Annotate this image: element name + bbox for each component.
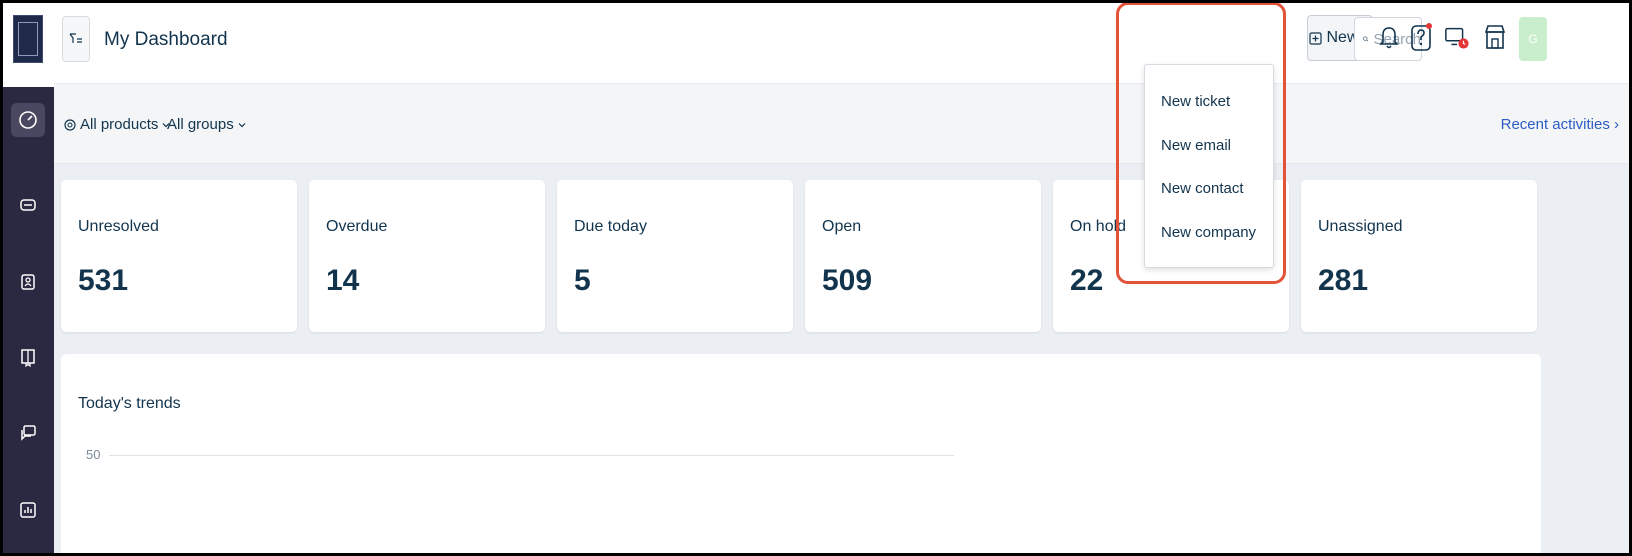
groups-filter-label: All groups [167, 116, 234, 133]
store-icon [1484, 25, 1506, 49]
stat-card-open[interactable]: Open 509 [805, 180, 1041, 332]
stat-card-overdue[interactable]: Overdue 14 [309, 180, 545, 332]
todays-trends-panel: Today's trends 50 [61, 354, 1541, 553]
products-filter[interactable]: All products [64, 116, 170, 133]
agent-status-button[interactable] [1444, 21, 1470, 53]
products-filter-label: All products [80, 116, 159, 133]
stat-label: Open [822, 218, 862, 235]
sidebar-toggle-button[interactable] [62, 16, 90, 62]
sidebar-item-tickets[interactable] [11, 188, 45, 222]
stat-label: Overdue [326, 218, 388, 235]
stat-value: 531 [78, 264, 129, 297]
menu-item-new-contact[interactable]: New contact [1161, 180, 1244, 197]
sidebar-item-dashboard[interactable] [11, 103, 45, 137]
forums-icon [21, 425, 36, 441]
chevron-right-icon: › [1614, 116, 1619, 133]
stat-card-due-today[interactable]: Due today 5 [557, 180, 793, 332]
sidebar-item-forums[interactable] [11, 416, 45, 450]
marketplace-button[interactable] [1482, 21, 1508, 53]
stat-card-unresolved[interactable]: Unresolved 531 [61, 180, 297, 332]
plus-square-icon [1309, 31, 1323, 45]
reports-icon [20, 502, 36, 518]
stat-value: 5 [574, 264, 591, 297]
tickets-icon [20, 199, 36, 211]
trends-title: Today's trends [78, 395, 181, 412]
contacts-icon [21, 274, 35, 290]
sidebar-nav [3, 3, 54, 553]
stat-label: Due today [574, 218, 647, 235]
stat-value: 22 [1070, 264, 1104, 297]
notifications-button[interactable] [1376, 21, 1402, 53]
monitor-status-icon [1445, 27, 1469, 49]
stat-value: 509 [822, 264, 873, 297]
top-header: My Dashboard New Search G [54, 3, 1629, 84]
products-icon [64, 118, 76, 131]
menu-item-new-ticket[interactable]: New ticket [1161, 93, 1230, 110]
trends-gridline [109, 455, 954, 456]
stat-card-unassigned[interactable]: Unassigned 281 [1301, 180, 1537, 332]
stat-label: Unassigned [1318, 218, 1403, 235]
knowledge-base-icon [21, 349, 35, 367]
recent-activities-label: Recent activities [1500, 116, 1610, 133]
stat-value: 14 [326, 264, 360, 297]
stat-label: On hold [1070, 218, 1127, 235]
sidebar-item-solutions[interactable] [11, 340, 45, 374]
stat-label: Unresolved [78, 218, 159, 235]
help-icon [1411, 23, 1432, 51]
new-dropdown-menu: New ticket New email New contact New com… [1144, 64, 1274, 268]
help-button[interactable] [1409, 21, 1435, 53]
filter-bar: All products All groups Recent activitie… [54, 84, 1629, 164]
bell-icon [1379, 27, 1399, 49]
company-logo[interactable] [13, 15, 43, 63]
dashboard-icon [19, 111, 37, 129]
sidebar-item-contacts[interactable] [11, 265, 45, 299]
menu-item-new-email[interactable]: New email [1161, 137, 1231, 154]
dashboard-main: Unresolved 531 Overdue 14 Due today 5 Op… [54, 164, 1629, 553]
recent-activities-link[interactable]: Recent activities › [1501, 116, 1619, 133]
menu-item-new-company[interactable]: New company [1161, 224, 1256, 241]
trends-y-tick: 50 [86, 447, 101, 462]
search-icon [1363, 36, 1369, 42]
sidebar-item-reports[interactable] [11, 493, 45, 527]
stat-value: 281 [1318, 264, 1369, 297]
groups-filter[interactable]: All groups [167, 116, 246, 133]
user-avatar[interactable]: G [1519, 17, 1547, 61]
collapse-menu-icon [69, 33, 82, 43]
chevron-down-icon [238, 122, 246, 127]
page-title: My Dashboard [104, 29, 228, 50]
